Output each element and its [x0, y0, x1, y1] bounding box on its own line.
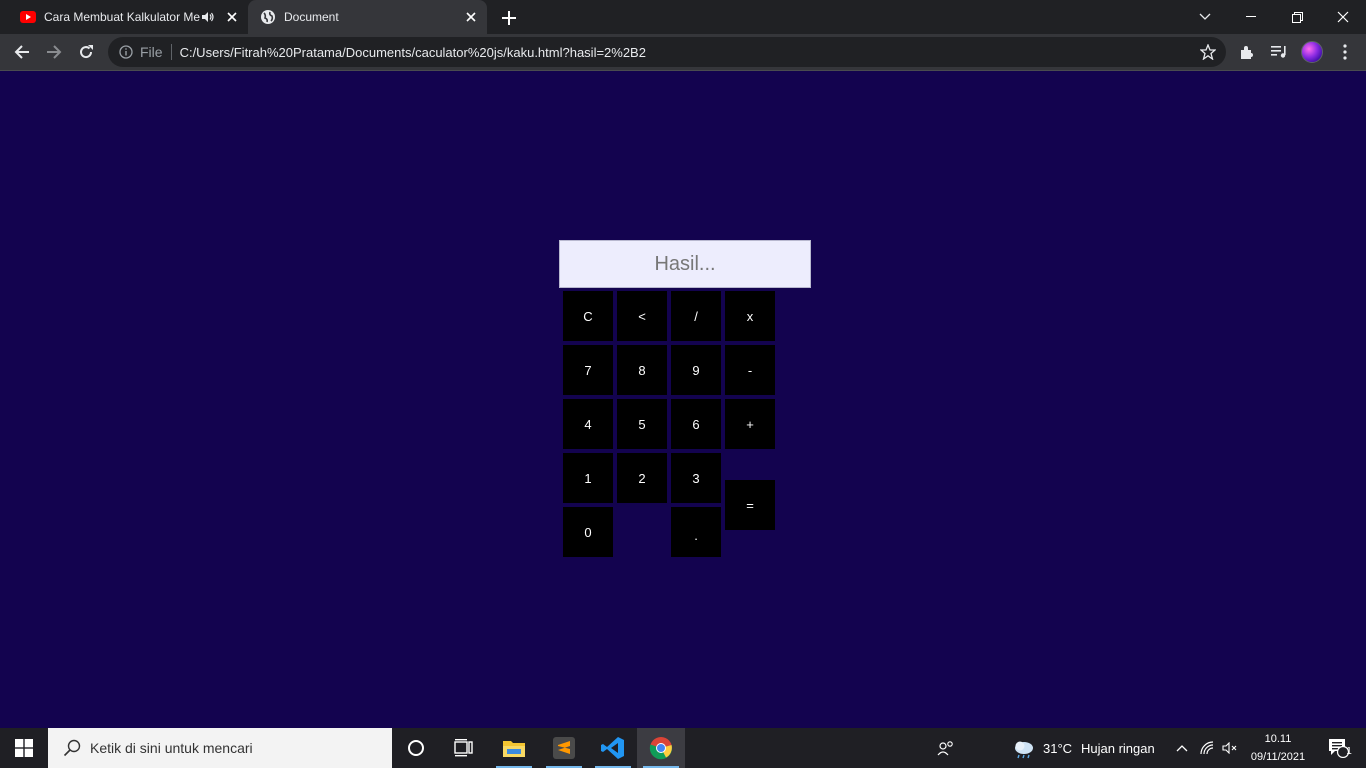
nine-button[interactable]: 9 [671, 345, 721, 395]
result-display[interactable] [559, 240, 811, 288]
profile-avatar[interactable] [1301, 41, 1323, 63]
people-icon[interactable] [922, 728, 970, 768]
chevron-up-icon[interactable] [1170, 728, 1194, 768]
weather-temp: 31°C [1043, 741, 1073, 756]
three-button[interactable]: 3 [671, 453, 721, 503]
minimize-button[interactable] [1228, 0, 1274, 34]
zero-button[interactable]: 0 [563, 507, 613, 557]
tab-document[interactable]: Document [248, 0, 487, 34]
two-button[interactable]: 2 [617, 453, 667, 503]
sublime-text-icon[interactable] [540, 728, 588, 768]
windows-taskbar: Ketik di sini untuk mencari 31°C Hujan r… [0, 728, 1366, 768]
notification-count: 1 [1346, 746, 1352, 757]
one-button[interactable]: 1 [563, 453, 613, 503]
backspace-button[interactable]: < [617, 291, 667, 341]
close-tab-icon[interactable] [461, 7, 481, 27]
chrome-icon[interactable] [637, 728, 685, 768]
multiply-button[interactable]: x [725, 291, 775, 341]
youtube-icon [20, 9, 36, 25]
tab-search-icon[interactable] [1182, 0, 1228, 34]
action-center-icon[interactable]: 1 [1318, 728, 1358, 768]
tab-youtube[interactable]: Cara Membuat Kalkulator Me [8, 0, 248, 34]
taskbar-search-box[interactable]: Ketik di sini untuk mencari [48, 728, 392, 768]
windows-logo-icon [15, 739, 33, 757]
back-button[interactable] [8, 38, 36, 66]
clock-time: 10.11 [1264, 733, 1292, 745]
close-tab-icon[interactable] [222, 7, 242, 27]
plus-button[interactable]: + [725, 399, 775, 449]
bookmark-star-icon[interactable] [1199, 43, 1217, 61]
task-view-icon[interactable] [440, 728, 488, 768]
divide-button[interactable]: / [671, 291, 721, 341]
clock[interactable]: 10.11 09/11/2021 [1244, 730, 1312, 766]
file-chip: File [140, 44, 172, 60]
address-bar[interactable]: File C:/Users/Fitrah%20Pratama/Documents… [108, 37, 1226, 67]
equals-button[interactable]: = [725, 480, 775, 530]
wifi-icon[interactable] [1197, 728, 1219, 768]
menu-dots-icon[interactable] [1331, 38, 1359, 66]
url-text[interactable]: C:/Users/Fitrah%20Pratama/Documents/cacu… [180, 45, 646, 60]
close-window-button[interactable] [1320, 0, 1366, 34]
seven-button[interactable]: 7 [563, 345, 613, 395]
media-control-icon[interactable] [1265, 38, 1293, 66]
tab-strip: Cara Membuat Kalkulator Me Document [0, 0, 1366, 34]
speaker-muted-icon[interactable] [1219, 728, 1241, 768]
cortana-icon[interactable] [392, 728, 440, 768]
tab-title: Document [284, 10, 339, 24]
search-placeholder: Ketik di sini untuk mencari [90, 740, 253, 756]
vscode-icon[interactable] [589, 728, 637, 768]
file-explorer-icon[interactable] [490, 728, 538, 768]
globe-icon [260, 9, 276, 25]
extensions-icon[interactable] [1233, 38, 1261, 66]
clock-date: 09/11/2021 [1250, 751, 1306, 763]
tab-title: Cara Membuat Kalkulator Me [44, 10, 200, 24]
six-button[interactable]: 6 [671, 399, 721, 449]
minus-button[interactable]: - [725, 345, 775, 395]
restore-button[interactable] [1274, 0, 1320, 34]
weather-condition: Hujan ringan [1081, 741, 1155, 756]
four-button[interactable]: 4 [563, 399, 613, 449]
reload-button[interactable] [72, 38, 100, 66]
toolbar-divider [0, 70, 1366, 71]
search-icon [62, 738, 82, 758]
decimal-button[interactable]: . [671, 507, 721, 557]
clear-button[interactable]: C [563, 291, 613, 341]
browser-toolbar: File C:/Users/Fitrah%20Pratama/Documents… [0, 34, 1366, 70]
forward-button[interactable] [40, 38, 68, 66]
cloud-rain-icon [1012, 739, 1036, 759]
start-button[interactable] [0, 728, 48, 768]
eight-button[interactable]: 8 [617, 345, 667, 395]
speaker-icon[interactable] [200, 9, 216, 25]
new-tab-button[interactable] [498, 7, 520, 29]
five-button[interactable]: 5 [617, 399, 667, 449]
info-icon[interactable] [118, 44, 134, 60]
